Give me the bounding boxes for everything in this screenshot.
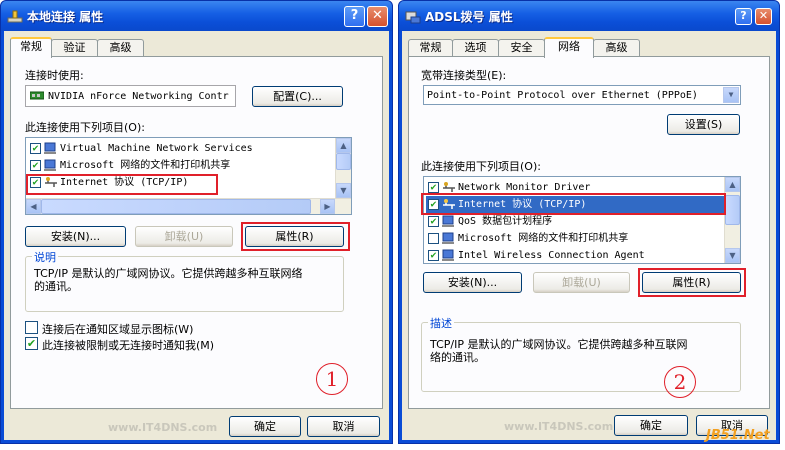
annotation-highlight — [638, 268, 746, 297]
general-page: 连接时使用: NVIDIA nForce Networking Contr 配置… — [10, 56, 383, 409]
annotation-highlight — [241, 222, 350, 251]
item-checkbox[interactable]: ✔ — [30, 143, 41, 154]
annotation-number: 1 — [316, 363, 348, 395]
ok-button[interactable]: 确定 — [229, 416, 301, 437]
tab-advanced[interactable]: 高级 — [593, 39, 640, 57]
annotation-highlight — [421, 193, 726, 215]
vertical-scrollbar[interactable]: ▲ ▼ — [335, 138, 351, 198]
description-line: TCP/IP 是默认的广域网协议。它提供跨越多种互联网络 — [34, 267, 303, 280]
list-item[interactable]: ✔ Intel Wireless Connection Agent — [426, 247, 724, 263]
network-client-icon — [442, 232, 454, 244]
dialog-client: 常规 验证 高级 连接时使用: NVIDIA nForce Networking… — [4, 31, 389, 440]
item-checkbox[interactable]: ✔ — [30, 160, 41, 171]
description-title: 说明 — [32, 249, 58, 265]
scroll-down-button[interactable]: ▼ — [725, 248, 740, 263]
notify-label: 此连接被限制或无连接时通知我(M) — [42, 339, 215, 352]
item-checkbox[interactable] — [428, 233, 439, 244]
adsl-properties-dialog: ADSL拨号 属性 ? ✕ 常规 选项 安全 网络 高级 宽带连接类型(E): … — [398, 0, 780, 444]
network-connection-icon — [7, 10, 23, 23]
close-button[interactable]: ✕ — [755, 8, 772, 25]
list-item[interactable]: ✔ Microsoft 网络的文件和打印机共享 — [28, 157, 320, 174]
show-icon-label: 连接后在通知区域显示图标(W) — [42, 323, 194, 336]
network-client-icon — [44, 159, 56, 171]
window-title: ADSL拨号 属性 — [425, 10, 513, 24]
adapter-name: NVIDIA nForce Networking Contr — [48, 91, 229, 102]
list-item[interactable]: ✔ Virtual Machine Network Services — [28, 140, 320, 157]
scroll-right-button[interactable]: ▶ — [320, 199, 335, 214]
help-button[interactable]: ? — [735, 8, 752, 25]
list-item[interactable]: ✔ QoS 数据包计划程序 — [426, 213, 724, 230]
uninstall-button[interactable]: 卸载(U) — [135, 226, 233, 247]
item-checkbox[interactable]: ✔ — [428, 250, 439, 261]
network-client-icon — [442, 215, 454, 227]
connection-type-label: 宽带连接类型(E): — [421, 69, 507, 82]
close-button[interactable]: ✕ — [367, 6, 388, 27]
tab-general[interactable]: 常规 — [10, 37, 52, 58]
title-bar[interactable]: 本地连接 属性 ? ✕ — [1, 1, 392, 31]
description-line: 的通讯。 — [34, 280, 78, 293]
tab-general[interactable]: 常规 — [408, 39, 453, 57]
tab-advanced[interactable]: 高级 — [97, 39, 144, 57]
site-logo: JB51.Net — [706, 428, 770, 443]
network-client-icon — [442, 249, 454, 261]
annotation-number: 2 — [664, 366, 696, 398]
scroll-down-button[interactable]: ▼ — [336, 183, 351, 198]
scroll-up-button[interactable]: ▲ — [725, 177, 740, 192]
components-list[interactable]: ✔ Network Monitor Driver ✔ Internet 协议 (… — [423, 176, 741, 264]
description-group: 说明 TCP/IP 是默认的广域网协议。它提供跨越多种互联网络 的通讯。 — [25, 249, 344, 312]
dialup-connection-icon — [405, 11, 421, 24]
local-connection-properties-dialog: 本地连接 属性 ? ✕ 常规 验证 高级 连接时使用: NVIDIA nForc… — [0, 0, 393, 444]
tab-networking[interactable]: 网络 — [544, 37, 594, 58]
tab-security[interactable]: 安全 — [498, 39, 545, 57]
ok-button[interactable]: 确定 — [614, 415, 688, 436]
horizontal-scrollbar[interactable]: ◀ ▶ — [26, 198, 351, 214]
scroll-thumb[interactable] — [41, 199, 311, 214]
chevron-down-icon[interactable]: ▼ — [723, 87, 739, 103]
items-label: 此连接使用下列项目(O): — [25, 121, 145, 134]
settings-button[interactable]: 设置(S) — [667, 114, 740, 135]
watermark: www.IT4DNS.com — [504, 420, 614, 433]
configure-button[interactable]: 配置(C)... — [252, 86, 343, 107]
show-icon-checkbox[interactable] — [25, 321, 38, 334]
annotation-highlight — [26, 174, 218, 195]
help-button[interactable]: ? — [344, 6, 365, 27]
description-title: 描述 — [428, 315, 454, 331]
network-client-icon — [44, 142, 56, 154]
items-label: 此连接使用下列项目(O): — [421, 160, 541, 173]
install-button[interactable]: 安装(N)... — [25, 226, 126, 247]
connection-type-select[interactable]: Point-to-Point Protocol over Ethernet (P… — [423, 85, 741, 105]
watermark: www.IT4DNS.com — [108, 421, 218, 434]
notify-checkbox[interactable]: ✔ — [25, 337, 38, 350]
connection-type-value: Point-to-Point Protocol over Ethernet (P… — [427, 90, 698, 101]
description-line: 络的通讯。 — [430, 351, 485, 364]
install-button[interactable]: 安装(N)... — [423, 272, 522, 293]
scroll-thumb[interactable] — [725, 195, 740, 225]
list-item[interactable]: Microsoft 网络的文件和打印机共享 — [426, 230, 724, 247]
item-checkbox[interactable]: ✔ — [428, 216, 439, 227]
description-line: TCP/IP 是默认的广域网协议。它提供跨越多种互联网 — [430, 338, 688, 351]
network-card-icon — [30, 91, 44, 100]
tab-options[interactable]: 选项 — [452, 39, 499, 57]
item-checkbox[interactable]: ✔ — [428, 182, 439, 193]
vertical-scrollbar[interactable]: ▲ ▼ — [724, 177, 740, 263]
cancel-button[interactable]: 取消 — [307, 416, 380, 437]
window-title: 本地连接 属性 — [27, 10, 104, 24]
dialog-client: 常规 选项 安全 网络 高级 宽带连接类型(E): Point-to-Point… — [402, 31, 776, 440]
networking-page: 宽带连接类型(E): Point-to-Point Protocol over … — [408, 56, 770, 409]
scroll-left-button[interactable]: ◀ — [26, 199, 41, 214]
scroll-up-button[interactable]: ▲ — [336, 138, 351, 153]
title-bar[interactable]: ADSL拨号 属性 ? ✕ — [399, 1, 779, 31]
connect-using-label: 连接时使用: — [25, 69, 84, 82]
scroll-thumb[interactable] — [336, 153, 351, 170]
tab-authentication[interactable]: 验证 — [51, 39, 98, 57]
adapter-field: NVIDIA nForce Networking Contr — [25, 85, 236, 107]
uninstall-button[interactable]: 卸载(U) — [533, 272, 630, 293]
